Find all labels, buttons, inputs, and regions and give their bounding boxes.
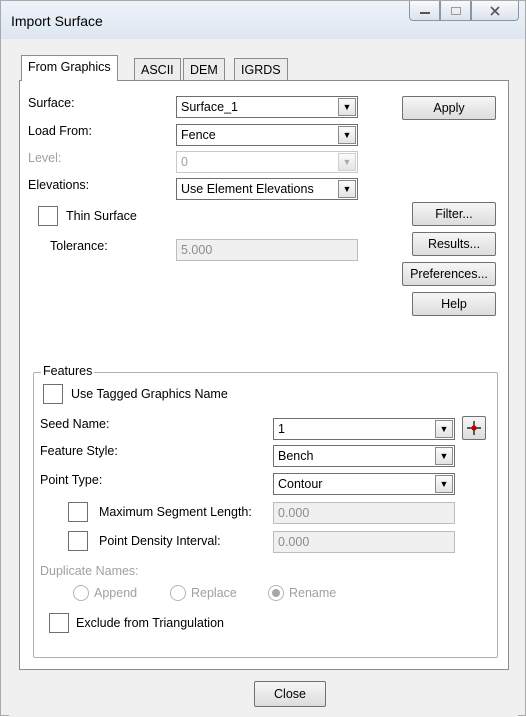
help-button[interactable]: Help	[412, 292, 496, 316]
feature-style-label: Feature Style:	[40, 444, 118, 458]
chevron-down-icon: ▼	[338, 180, 356, 198]
level-label: Level:	[28, 151, 62, 165]
chevron-down-icon: ▼	[338, 153, 356, 171]
tab-from-graphics[interactable]: From Graphics	[21, 55, 118, 81]
seed-name-label: Seed Name:	[40, 417, 110, 431]
exclude-triangulation-checkbox[interactable]	[49, 613, 69, 633]
minimize-icon	[419, 11, 430, 14]
elevations-label: Elevations:	[28, 178, 90, 192]
from-graphics-panel: Surface: Surface_1 ▼ Load From: Fence ▼ …	[19, 80, 509, 670]
chevron-down-icon: ▼	[338, 98, 356, 116]
replace-radio-label: Replace	[191, 586, 237, 600]
close-window-button[interactable]	[471, 1, 519, 21]
elevations-dropdown[interactable]: Use Element Elevations ▼	[176, 178, 358, 200]
point-type-value: Contour	[278, 477, 323, 491]
point-type-label: Point Type:	[40, 473, 103, 487]
rename-radio[interactable]	[268, 585, 284, 601]
chevron-down-icon: ▼	[435, 475, 453, 493]
thin-surface-checkbox[interactable]	[38, 206, 58, 226]
dialog-client: From Graphics ASCII DEM IGRDS Surface: S…	[9, 39, 518, 717]
duplicate-names-label: Duplicate Names:	[40, 564, 139, 578]
load-from-dropdown[interactable]: Fence ▼	[176, 124, 358, 146]
max-segment-length-label: Maximum Segment Length:	[99, 505, 252, 519]
chevron-down-icon: ▼	[435, 420, 453, 438]
load-from-label: Load From:	[28, 124, 92, 138]
window-title: Import Surface	[11, 13, 103, 29]
maximize-icon	[450, 6, 461, 15]
append-radio-label: Append	[94, 586, 138, 600]
surface-label: Surface:	[28, 96, 75, 110]
tab-ascii[interactable]: ASCII	[134, 58, 181, 80]
apply-button[interactable]: Apply	[402, 96, 496, 120]
surface-value: Surface_1	[181, 100, 238, 114]
max-segment-length-input[interactable]: 0.000	[273, 502, 455, 524]
level-dropdown[interactable]: 0 ▼	[176, 151, 358, 173]
tolerance-label: Tolerance:	[50, 239, 108, 253]
max-segment-length-checkbox[interactable]	[68, 502, 88, 522]
seed-name-pick-button[interactable]	[462, 416, 486, 440]
feature-style-dropdown[interactable]: Bench ▼	[273, 445, 455, 467]
seed-name-dropdown[interactable]: 1 ▼	[273, 418, 455, 440]
point-type-dropdown[interactable]: Contour ▼	[273, 473, 455, 495]
title-bar: Import Surface	[1, 1, 525, 39]
tolerance-input[interactable]: 5.000	[176, 239, 358, 261]
point-density-interval-input[interactable]: 0.000	[273, 531, 455, 553]
elevations-value: Use Element Elevations	[181, 182, 314, 196]
results-button[interactable]: Results...	[412, 232, 496, 256]
filter-button[interactable]: Filter...	[412, 202, 496, 226]
minimize-button[interactable]	[409, 1, 440, 21]
point-density-interval-label: Point Density Interval:	[99, 534, 221, 548]
thin-surface-label: Thin Surface	[66, 209, 137, 223]
replace-radio[interactable]	[170, 585, 186, 601]
import-surface-window: Import Surface From Graphics ASCII DEM I…	[0, 0, 526, 717]
tab-dem[interactable]: DEM	[183, 58, 225, 80]
preferences-button[interactable]: Preferences...	[402, 262, 496, 286]
close-icon	[490, 5, 500, 16]
feature-style-value: Bench	[278, 449, 314, 463]
chevron-down-icon: ▼	[435, 447, 453, 465]
load-from-value: Fence	[181, 128, 216, 142]
append-radio[interactable]	[73, 585, 89, 601]
window-controls	[409, 1, 519, 23]
use-tagged-graphics-checkbox[interactable]	[43, 384, 63, 404]
level-value: 0	[181, 155, 188, 169]
tab-igrds[interactable]: IGRDS	[234, 58, 288, 80]
features-group-label: Features	[41, 364, 95, 378]
seed-name-value: 1	[278, 422, 285, 436]
point-density-interval-checkbox[interactable]	[68, 531, 88, 551]
rename-radio-label: Rename	[289, 586, 337, 600]
maximize-button[interactable]	[440, 1, 471, 21]
chevron-down-icon: ▼	[338, 126, 356, 144]
close-button[interactable]: Close	[254, 681, 326, 707]
surface-dropdown[interactable]: Surface_1 ▼	[176, 96, 358, 118]
crosshair-target-icon	[467, 421, 481, 435]
exclude-triangulation-label: Exclude from Triangulation	[76, 616, 224, 630]
use-tagged-graphics-label: Use Tagged Graphics Name	[71, 387, 228, 401]
